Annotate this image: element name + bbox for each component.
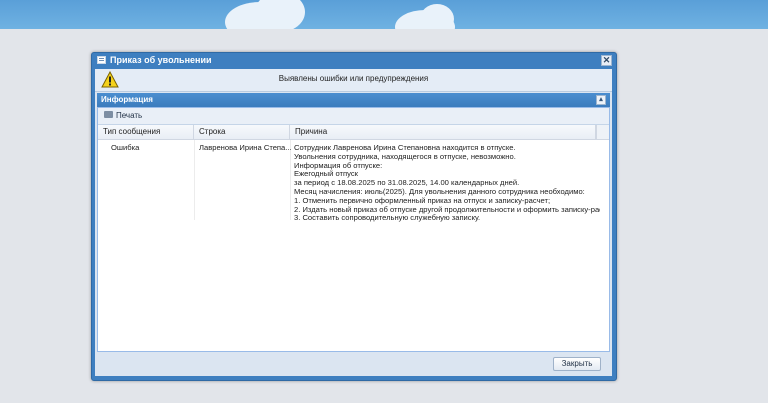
reason-line: за период с 18.08.2025 по 31.08.2025, 14… [294, 179, 520, 188]
cell-row: Лавренова Ирина Степа... [199, 144, 291, 152]
window-titlebar[interactable]: Приказ об увольнении ✕ [92, 53, 616, 68]
close-icon[interactable]: ✕ [601, 55, 612, 66]
grid-toolbar: Печать [98, 108, 609, 125]
dismissal-order-window: Приказ об увольнении ✕ Выявлены ошибки и… [91, 52, 617, 381]
column-header-type[interactable]: Тип сообщения [98, 125, 194, 139]
cell-type: Ошибка [111, 143, 140, 152]
info-panel-title: Информация [101, 95, 153, 104]
window-title: Приказ об увольнении [110, 55, 212, 65]
reason-line: Увольнения сотрудника, находящегося в от… [294, 152, 516, 161]
reason-line: Ежегодный отпуск [294, 170, 358, 179]
table-row[interactable]: Ошибка Лавренова Ирина Степа... Сотрудни… [98, 140, 609, 223]
column-divider [194, 140, 195, 220]
grid-scroll-corner [596, 125, 609, 139]
cloud-decoration [255, 0, 305, 29]
warning-message: Выявлены ошибки или предупреждения [278, 74, 429, 83]
print-label: Печать [116, 111, 143, 120]
column-header-reason[interactable]: Причина [290, 125, 596, 139]
cloud-decoration [420, 4, 454, 29]
warning-bar: Выявлены ошибки или предупреждения [95, 69, 612, 92]
window-content: Выявлены ошибки или предупреждения Инфор… [95, 69, 612, 376]
column-header-row[interactable]: Строка [194, 125, 290, 139]
top-banner [0, 0, 768, 29]
reason-line: 1. Отменить первично оформленный приказ … [294, 196, 551, 205]
reason-line: Сотрудник Лавренова Ирина Степановна нах… [294, 144, 516, 152]
info-panel-body: Печать Тип сообщения Строка Причина Ошиб… [97, 107, 610, 352]
window-footer: Закрыть [95, 354, 612, 376]
reason-line: 2. Издать новый приказ об отпуске другой… [294, 205, 600, 214]
close-button[interactable]: Закрыть [553, 357, 601, 371]
cell-reason: Сотрудник Лавренова Ирина Степановна нах… [294, 144, 600, 223]
grid-header: Тип сообщения Строка Причина [98, 125, 609, 140]
reason-line: Информация об отпуске: [294, 161, 383, 170]
reason-line: 3. Составить сопроводительную служебную … [294, 214, 481, 223]
printer-icon [104, 111, 113, 119]
info-panel-header: Информация ▴ [97, 93, 610, 107]
form-icon [97, 56, 106, 64]
print-button[interactable]: Печать [102, 110, 144, 122]
reason-line: Месяц начисления: июль(2025). Для увольн… [294, 187, 585, 196]
collapse-icon[interactable]: ▴ [596, 95, 606, 105]
